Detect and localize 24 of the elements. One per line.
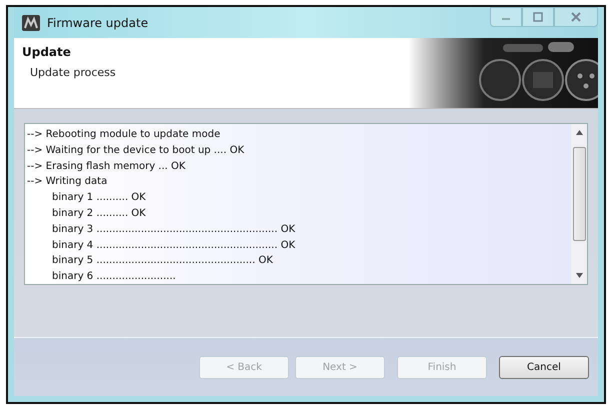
maximize-button[interactable] [522,7,554,27]
maximize-icon [533,12,543,22]
page-title: Update [22,45,71,59]
log-line: binary 2 .......... OK [51,206,147,221]
log-line: binary 6 ......................... [51,270,177,284]
log-line: --> Waiting for the device to boot up .... OK [27,144,246,158]
window-title: Firmware update [47,16,148,30]
scrollbar[interactable] [571,124,587,284]
log-line: binary 5 .................................................. OK [51,254,274,268]
wizard-button[interactable]: Cancel [499,356,589,378]
close-button[interactable] [554,7,598,27]
log-line: binary 3 ......................................................... OK [51,222,296,237]
log-line: --> Erasing flash memory ... OK [27,160,186,174]
minimize-button[interactable] [490,7,522,27]
scroll-thumb[interactable] [572,147,586,241]
log-line: binary 1 .......... OK [51,191,147,206]
app-icon [22,14,40,30]
scroll-down-icon[interactable] [576,273,582,278]
log-line: --> Writing data [27,175,108,190]
log-line: --> Rebooting module to update mode [27,128,222,142]
page-subtitle: Update process [30,66,116,79]
log-line: binary 4 ......................................................... OK [51,238,296,253]
scroll-up-icon[interactable] [576,130,582,135]
close-icon [571,12,581,22]
